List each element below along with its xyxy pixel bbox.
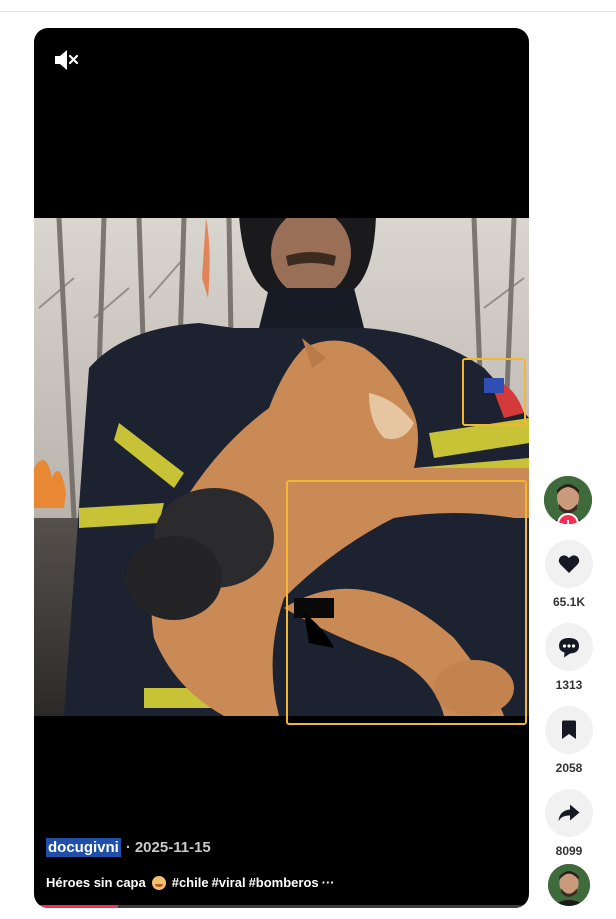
video-progress-fill (34, 905, 119, 908)
like-action: 65.1K (544, 540, 594, 609)
bookmark-icon (562, 720, 576, 739)
post-date: 2025-11-15 (134, 839, 211, 856)
caption-text: Héroes sin capa (46, 875, 146, 890)
bookmark-count: 2058 (555, 761, 583, 775)
comment-bubble-icon (559, 637, 579, 657)
video-description: Héroes sin capa #chile #viral #bomberos … (46, 875, 517, 890)
next-creator-avatar[interactable] (548, 864, 590, 906)
separator-dot: · (125, 839, 131, 856)
bookmark-button[interactable] (545, 706, 593, 754)
video-caption: docugivni · 2025-11-15 Héroes sin capa #… (46, 838, 517, 890)
like-button[interactable] (545, 540, 593, 588)
share-button[interactable] (545, 789, 593, 837)
share-count: 8099 (555, 844, 583, 858)
top-divider (0, 11, 616, 12)
video-progress-bar[interactable] (34, 905, 529, 908)
hashtag-chile[interactable]: #chile (172, 875, 209, 890)
like-count: 65.1K (552, 595, 586, 609)
comment-action: 1313 (544, 623, 594, 692)
speaker-muted-icon[interactable] (52, 48, 80, 72)
share-action: 8099 (544, 789, 594, 858)
hashtag-viral[interactable]: #viral (212, 875, 246, 890)
comment-button[interactable] (545, 623, 593, 671)
highlight-box-paw (286, 480, 527, 725)
highlight-box-flag (462, 358, 526, 426)
more-ellipsis[interactable]: ··· (322, 875, 335, 890)
share-arrow-icon (558, 804, 580, 821)
author-username-link[interactable]: docugivni (46, 838, 121, 857)
face-emoji-icon (151, 875, 166, 890)
hashtag-bomberos[interactable]: #bomberos (249, 875, 319, 890)
video-player[interactable]: docugivni · 2025-11-15 Héroes sin capa #… (34, 28, 529, 908)
comment-count: 1313 (555, 678, 583, 692)
action-sidebar: + 65.1K 1313 2058 (544, 476, 594, 858)
bookmark-action: 2058 (544, 706, 594, 775)
creator-avatar[interactable]: + (544, 476, 592, 524)
heart-icon (558, 555, 580, 573)
